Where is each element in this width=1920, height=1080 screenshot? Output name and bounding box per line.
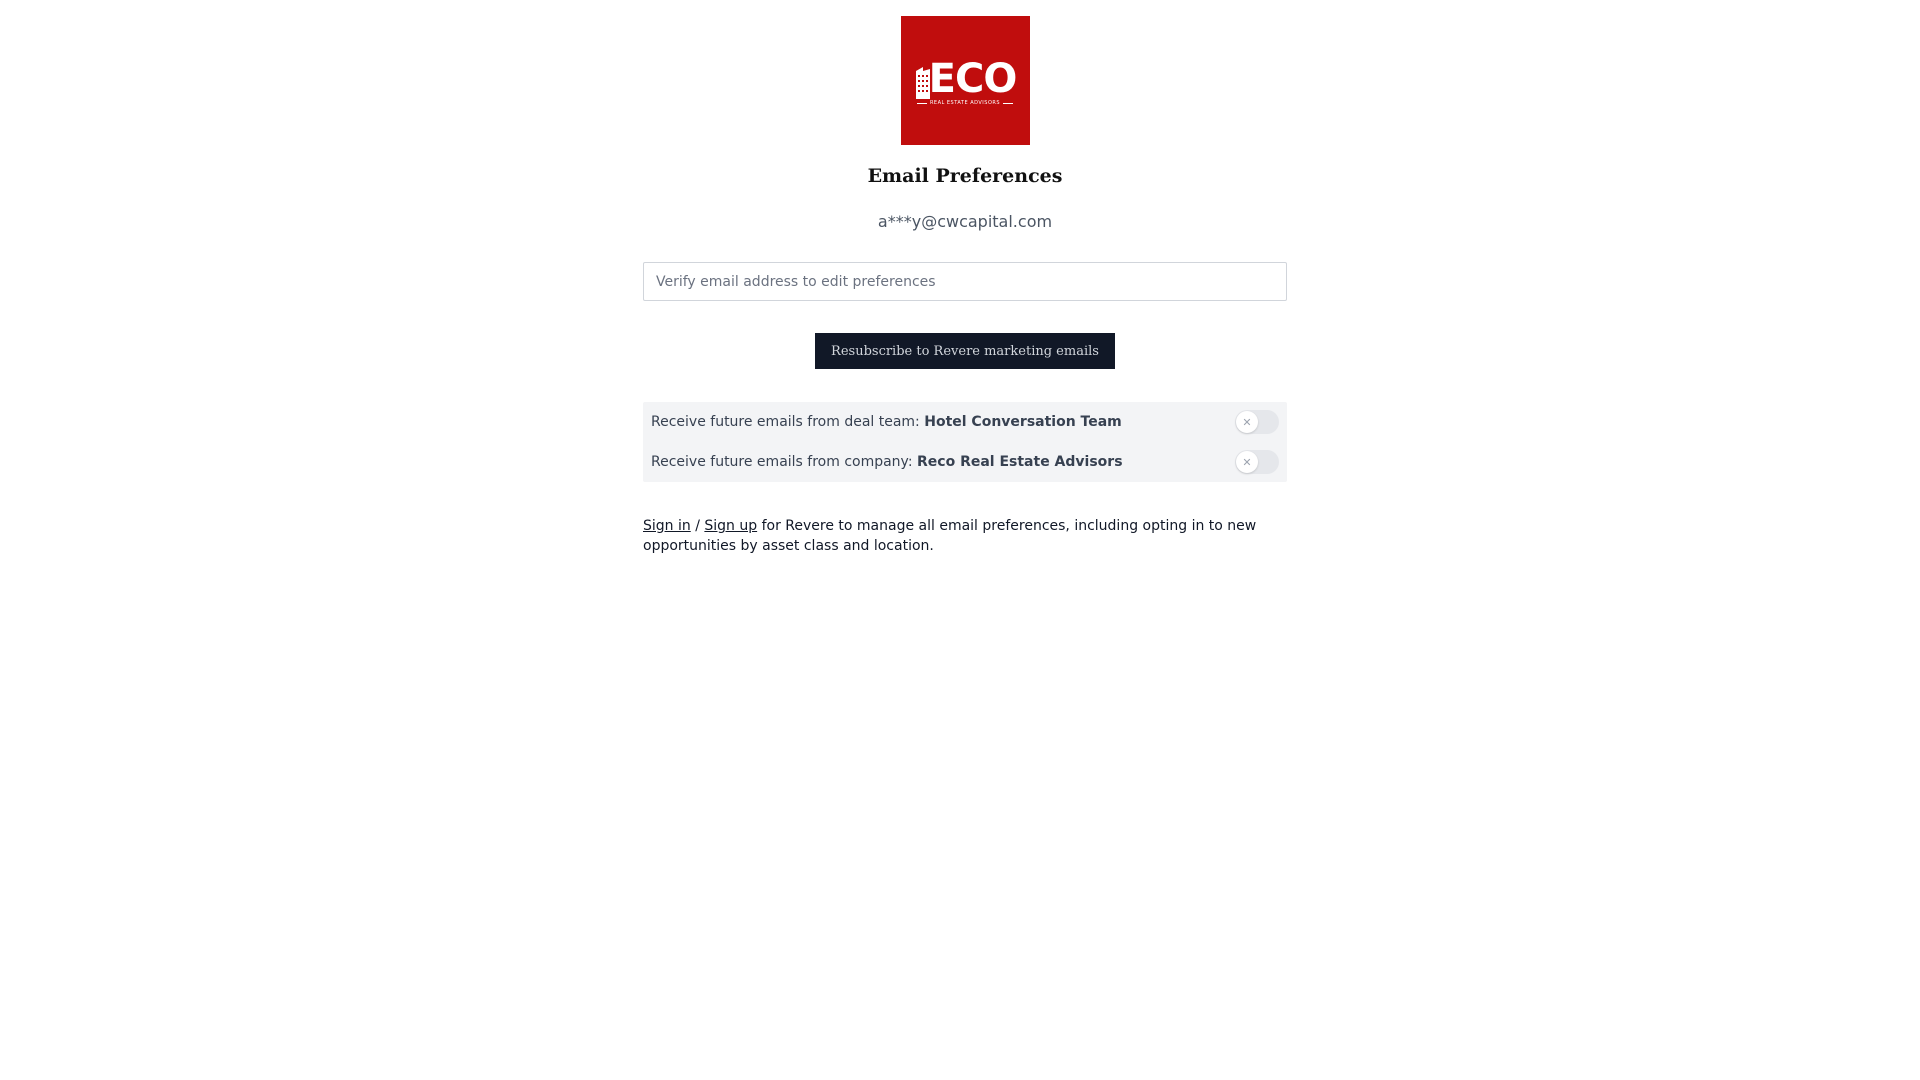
preferences-container: ECO REAL ESTATE ADVISORS Email Preferenc… <box>643 16 1287 556</box>
preference-prefix: Receive future emails from deal team: <box>651 414 925 430</box>
preference-row-company: Receive future emails from company: Reco… <box>643 442 1287 482</box>
footer-separator: / <box>690 518 705 534</box>
x-icon: ✕ <box>1236 411 1258 433</box>
logo-rule-right <box>1003 102 1014 104</box>
company-logo: ECO REAL ESTATE ADVISORS <box>900 16 1030 145</box>
preference-label: Receive future emails from company: Reco… <box>651 454 1123 470</box>
company-toggle[interactable]: ✕ <box>1235 450 1279 474</box>
logo-rule-left <box>916 102 927 104</box>
logo-subtitle: REAL ESTATE ADVISORS <box>929 100 1001 106</box>
masked-email: a***y@cwcapital.com <box>877 212 1053 231</box>
preferences-list: Receive future emails from deal team: Ho… <box>643 402 1287 482</box>
page-title: Email Preferences <box>867 165 1063 187</box>
logo-tagline: REAL ESTATE ADVISORS <box>916 100 1014 106</box>
preference-name: Hotel Conversation Team <box>924 414 1122 430</box>
sign-in-link[interactable]: Sign in <box>643 518 691 534</box>
logo-word-text: ECO <box>928 56 1018 102</box>
logo-wordmark: ECO <box>914 59 1017 99</box>
preference-name: Reco Real Estate Advisors <box>917 454 1123 470</box>
verify-email-input[interactable] <box>643 262 1287 301</box>
sign-up-link[interactable]: Sign up <box>704 518 757 534</box>
preference-row-deal-team: Receive future emails from deal team: Ho… <box>643 402 1287 442</box>
resubscribe-button[interactable]: Resubscribe to Revere marketing emails <box>815 333 1115 369</box>
deal-team-toggle[interactable]: ✕ <box>1235 410 1279 434</box>
preference-prefix: Receive future emails from company: <box>651 454 917 470</box>
footer-text: Sign in / Sign up for Revere to manage a… <box>643 516 1287 556</box>
x-icon: ✕ <box>1236 451 1258 473</box>
preference-label: Receive future emails from deal team: Ho… <box>651 414 1122 430</box>
email-preferences-page: ECO REAL ESTATE ADVISORS Email Preferenc… <box>0 0 1920 1080</box>
